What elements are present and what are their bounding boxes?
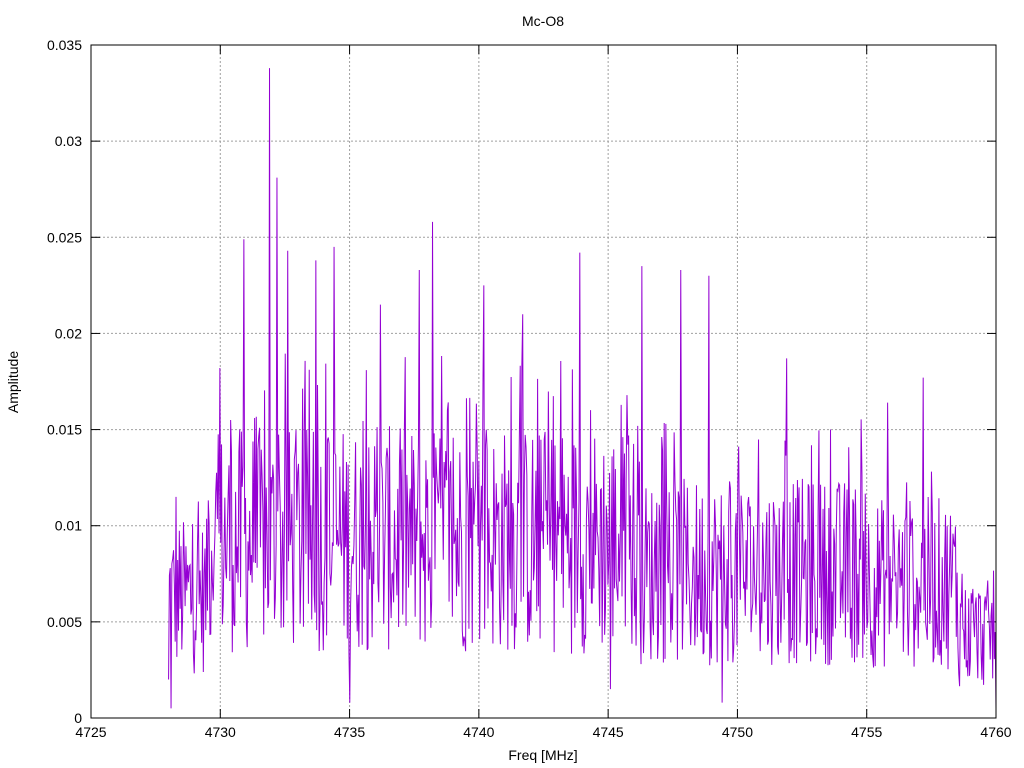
x-tick-label: 4735 [334, 724, 365, 740]
plot-frame [90, 44, 997, 719]
y-tick-label: 0.035 [47, 37, 82, 53]
axis-ticks [90, 44, 997, 719]
series-line [168, 68, 997, 709]
x-tick-label: 4730 [205, 724, 236, 740]
chart: 00.0050.010.0150.020.0250.030.035 4725 47… [5, 13, 1012, 763]
x-tick-label: 4725 [75, 724, 106, 740]
x-tick-label: 4760 [980, 724, 1011, 740]
chart-title: Mc-O8 [522, 13, 564, 29]
x-tick-label: 4750 [722, 724, 753, 740]
y-tick-label: 0.02 [55, 325, 82, 341]
y-tick-label: 0.01 [55, 518, 82, 534]
y-tick-label: 0.025 [47, 229, 82, 245]
x-tick-labels: 4725 4730 4735 4740 4745 4750 4755 4760 [75, 724, 1011, 740]
y-tick-labels: 00.0050.010.0150.020.0250.030.035 [47, 37, 82, 726]
x-axis-label: Freq [MHz] [508, 747, 577, 763]
x-tick-label: 4740 [463, 724, 494, 740]
grid [91, 45, 996, 718]
x-tick-label: 4745 [593, 724, 624, 740]
y-tick-label: 0.005 [47, 614, 82, 630]
x-tick-label: 4755 [851, 724, 882, 740]
y-tick-label: 0.015 [47, 422, 82, 438]
series-path [168, 68, 997, 709]
y-axis-label: Amplitude [5, 351, 21, 413]
y-tick-label: 0.03 [55, 133, 82, 149]
